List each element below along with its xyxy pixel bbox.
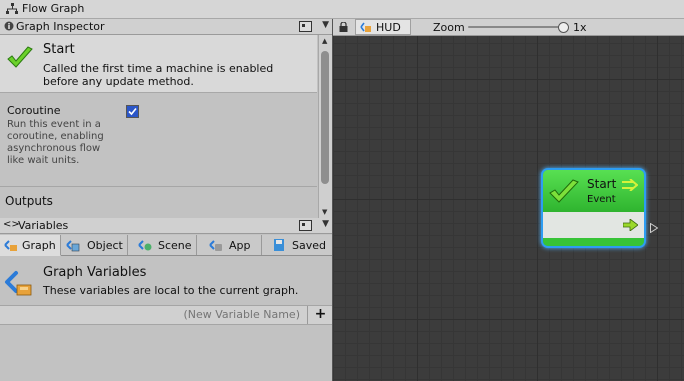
tab-label: Saved xyxy=(292,239,326,252)
tab-saved[interactable]: Saved xyxy=(262,235,332,255)
scroll-down-arrow-icon[interactable]: ▼ xyxy=(322,208,327,216)
graph-variables-icon xyxy=(5,271,32,296)
section-title: Graph Variables xyxy=(43,265,147,280)
flow-graph-icon xyxy=(6,3,18,14)
chevron-down-icon[interactable]: ▼ xyxy=(322,20,329,30)
new-variable-row: + xyxy=(0,305,332,325)
inspector-toggle-button[interactable] xyxy=(299,21,312,32)
start-event-node[interactable]: Start Event xyxy=(543,170,644,246)
node-header[interactable]: Start Event xyxy=(543,170,644,212)
hud-label: HUD xyxy=(376,21,401,34)
window-title: Flow Graph xyxy=(22,2,85,15)
zoom-value: 1x xyxy=(573,21,587,34)
graph-inspector-title: Graph Inspector xyxy=(16,20,105,33)
checkbox-check-icon xyxy=(127,106,138,117)
node-subtitle: Event xyxy=(587,194,616,205)
tab-app[interactable]: App xyxy=(197,235,262,255)
tab-label: Object xyxy=(87,239,123,252)
coroutine-description-line: Run this event in a xyxy=(7,119,101,130)
graph-inspector-header: Graph Inspector ▼ xyxy=(0,19,332,35)
flow-arrow-icon xyxy=(622,179,638,191)
window-title-bar: Flow Graph xyxy=(0,0,684,19)
variables-header: <> Variables ▼ xyxy=(0,218,332,234)
graph-tab-icon xyxy=(4,240,17,251)
tab-label: Graph xyxy=(22,239,56,252)
tab-label: Scene xyxy=(158,239,192,252)
app-tab-icon xyxy=(209,240,222,251)
tab-scene[interactable]: Scene xyxy=(128,235,197,255)
coroutine-checkbox[interactable] xyxy=(126,105,139,118)
add-variable-button[interactable]: + xyxy=(307,306,333,324)
output-port-icon[interactable] xyxy=(650,223,658,233)
zoom-slider-track[interactable] xyxy=(468,26,564,28)
hud-icon xyxy=(360,22,371,32)
divider xyxy=(0,186,317,187)
new-variable-name-input[interactable] xyxy=(0,306,306,324)
unit-description: Called the first time a machine is enabl… xyxy=(43,62,303,88)
variables-tabs: Graph Object Scene App Saved xyxy=(0,235,332,256)
coroutine-description: Run this event in a coroutine, enabling … xyxy=(7,119,127,167)
chevron-down-icon[interactable]: ▼ xyxy=(322,219,329,229)
coroutine-label: Coroutine xyxy=(7,104,61,117)
variables-title: Variables xyxy=(18,219,69,232)
object-tab-icon xyxy=(66,240,80,252)
checkmark-icon xyxy=(7,46,33,68)
tab-object[interactable]: Object xyxy=(61,235,128,255)
variables-toggle-button[interactable] xyxy=(299,220,312,231)
unit-description-line: Called the first time a machine is enabl… xyxy=(43,62,274,75)
coroutine-description-line: asynchronous flow xyxy=(7,143,101,154)
checkmark-icon xyxy=(549,179,579,203)
tab-graph[interactable]: Graph xyxy=(0,235,61,256)
inspector-body: Start Called the first time a machine is… xyxy=(0,35,317,218)
info-icon xyxy=(4,21,14,31)
section-description: These variables are local to the current… xyxy=(43,284,299,297)
scene-tab-icon xyxy=(138,240,152,251)
scrollbar-thumb[interactable] xyxy=(321,51,329,184)
graph-toolbar: HUD Zoom 1x xyxy=(333,19,684,36)
node-footer xyxy=(543,238,644,246)
outputs-heading: Outputs xyxy=(5,194,53,208)
unit-title: Start xyxy=(43,42,75,57)
coroutine-description-line: coroutine, enabling xyxy=(7,131,104,142)
hud-toggle-button[interactable]: HUD xyxy=(355,19,411,35)
unit-description-line: before any update method. xyxy=(43,75,194,88)
unit-card: Start Called the first time a machine is… xyxy=(0,35,317,93)
control-output-arrow-icon[interactable] xyxy=(623,219,638,231)
inspector-scrollbar[interactable]: ▲ ▼ xyxy=(318,35,333,218)
zoom-slider-handle[interactable] xyxy=(558,22,569,33)
node-title: Start xyxy=(587,177,617,191)
lock-icon[interactable] xyxy=(339,22,348,32)
zoom-label: Zoom xyxy=(433,21,465,34)
coroutine-description-line: like wait units. xyxy=(7,155,80,166)
scroll-up-arrow-icon[interactable]: ▲ xyxy=(322,37,327,45)
node-body xyxy=(543,212,644,238)
tab-label: App xyxy=(229,239,251,252)
saved-tab-icon xyxy=(274,239,284,251)
